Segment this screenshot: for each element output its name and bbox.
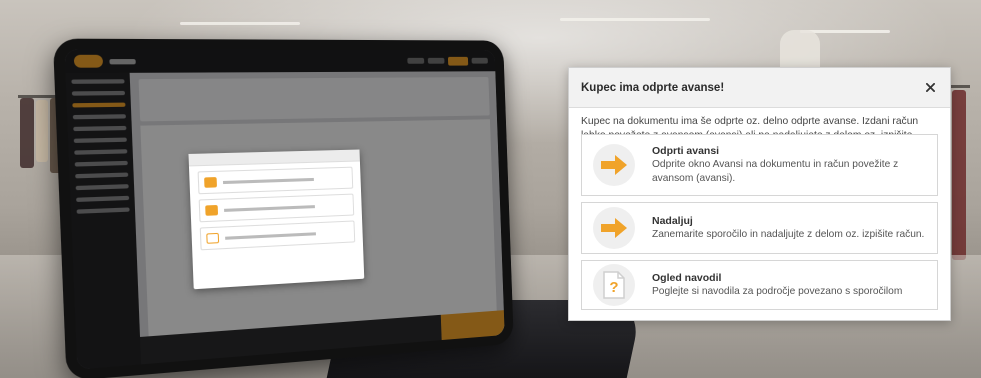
svg-text:?: ?: [609, 279, 618, 296]
dialog-title: Kupec ima odprte avanse!: [581, 81, 725, 94]
dialog-header: Kupec ima odprte avanse!: [569, 68, 950, 108]
option-title: Nadaljuj: [652, 215, 693, 227]
option-description: Poglejte si navodila za področje povezan…: [652, 286, 903, 297]
tablet-device: [52, 38, 514, 378]
option-description: Zanemarite sporočilo in nadaljujte z del…: [652, 229, 925, 240]
close-icon-glyph: [925, 83, 935, 92]
arrow-right-icon: [593, 144, 635, 186]
ceiling-light: [180, 22, 300, 25]
clothing: [36, 100, 48, 162]
option-title: Odprti avansi: [652, 145, 720, 157]
option-icon-wrap: [582, 203, 646, 253]
option-icon-wrap: [582, 135, 646, 195]
tablet-modal-preview: [188, 149, 365, 290]
advances-dialog: Kupec ima odprte avanse! Kupec na dokume…: [568, 67, 951, 321]
close-icon[interactable]: [922, 80, 938, 96]
open-advances-option[interactable]: Odprti avansi Odprite okno Avansi na dok…: [581, 134, 938, 196]
option-title: Ogled navodil: [652, 272, 722, 284]
arrow-right-icon: [593, 207, 635, 249]
view-instructions-option[interactable]: ? Ogled navodil Poglejte si navodila za …: [581, 260, 938, 310]
option-description: Odprite okno Avansi na dokumentu in raču…: [652, 159, 899, 184]
ceiling-light: [560, 18, 710, 21]
clothing: [952, 90, 966, 260]
option-icon-wrap: ?: [582, 261, 646, 309]
tablet-screen: [64, 49, 505, 370]
help-document-icon: ?: [593, 264, 635, 306]
continue-option[interactable]: Nadaljuj Zanemarite sporočilo in nadalju…: [581, 202, 938, 254]
clothing: [20, 98, 34, 168]
